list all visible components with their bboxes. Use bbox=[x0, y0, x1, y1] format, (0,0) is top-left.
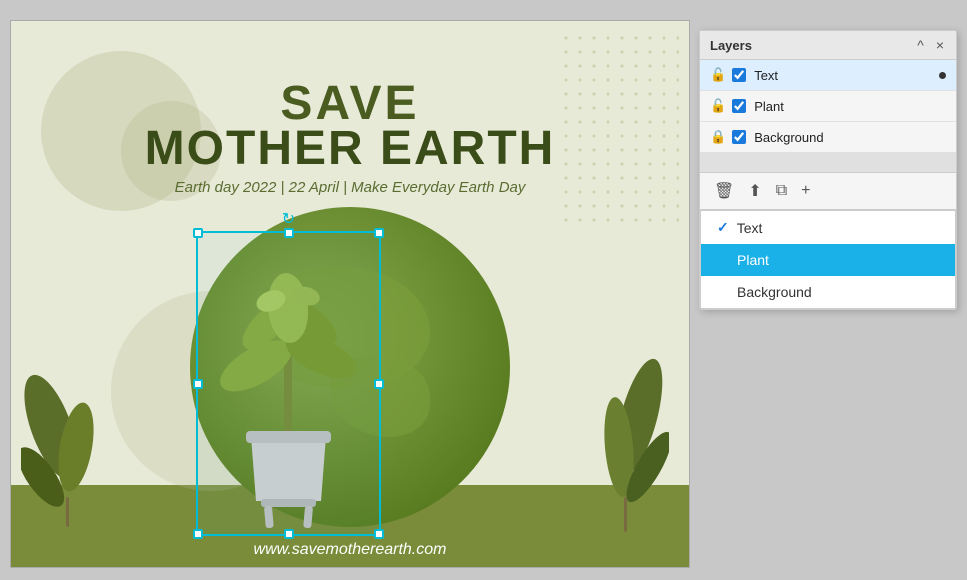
canvas-subtitle: Earth day 2022 | 22 April | Make Everyda… bbox=[11, 179, 689, 196]
layer-item-background[interactable]: 🔒 Background bbox=[700, 122, 956, 153]
handle-top-left[interactable] bbox=[193, 228, 203, 238]
minimize-button[interactable]: ^ bbox=[915, 37, 926, 53]
lock-icon-background: 🔒 bbox=[710, 129, 726, 145]
selection-box[interactable]: ↻ bbox=[196, 231, 381, 536]
right-leaf-decoration bbox=[569, 337, 669, 537]
dropdown-label-background: Background bbox=[737, 284, 812, 300]
layers-panel-header: Layers ^ × bbox=[700, 31, 956, 60]
layer-checkbox-text[interactable] bbox=[732, 68, 746, 82]
left-leaf-decoration bbox=[21, 347, 121, 527]
layers-toolbar: 🗑 ⬆ ⧉ + bbox=[700, 173, 956, 210]
layers-divider bbox=[700, 153, 956, 173]
handle-middle-right[interactable] bbox=[374, 379, 384, 389]
layers-panel: Layers ^ × 🔓 Text 🔓 Plant 🔒 Background 🗑… bbox=[699, 30, 957, 310]
dropdown-item-background[interactable]: Background bbox=[701, 276, 955, 308]
handle-top-right[interactable] bbox=[374, 228, 384, 238]
dropdown-item-text[interactable]: Text bbox=[701, 211, 955, 244]
handle-bottom-right[interactable] bbox=[374, 529, 384, 539]
layer-checkbox-plant[interactable] bbox=[732, 99, 746, 113]
add-layer-button[interactable]: + bbox=[797, 180, 814, 202]
canvas-url: www.savemotherearth.com bbox=[11, 541, 689, 559]
lock-icon-plant: 🔓 bbox=[710, 98, 726, 114]
layer-item-plant[interactable]: 🔓 Plant bbox=[700, 91, 956, 122]
title-mother: MOTHER EARTH bbox=[11, 121, 689, 176]
dropdown-item-plant[interactable]: Plant bbox=[701, 244, 955, 276]
layer-active-dot bbox=[939, 72, 946, 79]
layer-item-text[interactable]: 🔓 Text bbox=[700, 60, 956, 91]
copy-layer-button[interactable]: ⧉ bbox=[772, 180, 791, 202]
layer-label-background: Background bbox=[754, 130, 946, 145]
layer-checkbox-background[interactable] bbox=[732, 130, 746, 144]
layer-label-text: Text bbox=[754, 68, 939, 83]
layers-panel-title: Layers bbox=[710, 38, 752, 53]
lock-icon-text: 🔓 bbox=[710, 67, 726, 83]
layers-header-buttons: ^ × bbox=[915, 37, 946, 53]
dropdown-label-plant: Plant bbox=[737, 252, 769, 268]
handle-middle-left[interactable] bbox=[193, 379, 203, 389]
delete-layer-button[interactable]: 🗑 bbox=[710, 179, 738, 203]
handle-top-center[interactable] bbox=[284, 228, 294, 238]
layers-dropdown: Text Plant Background bbox=[700, 210, 956, 309]
handle-bottom-center[interactable] bbox=[284, 529, 294, 539]
dropdown-label-text: Text bbox=[737, 220, 763, 236]
close-button[interactable]: × bbox=[934, 37, 946, 53]
canvas: SAVE MOTHER EARTH Earth day 2022 | 22 Ap… bbox=[10, 20, 690, 568]
rotate-handle[interactable]: ↻ bbox=[282, 209, 295, 229]
handle-bottom-left[interactable] bbox=[193, 529, 203, 539]
layer-label-plant: Plant bbox=[754, 99, 946, 114]
export-layer-button[interactable]: ⬆ bbox=[744, 179, 765, 203]
